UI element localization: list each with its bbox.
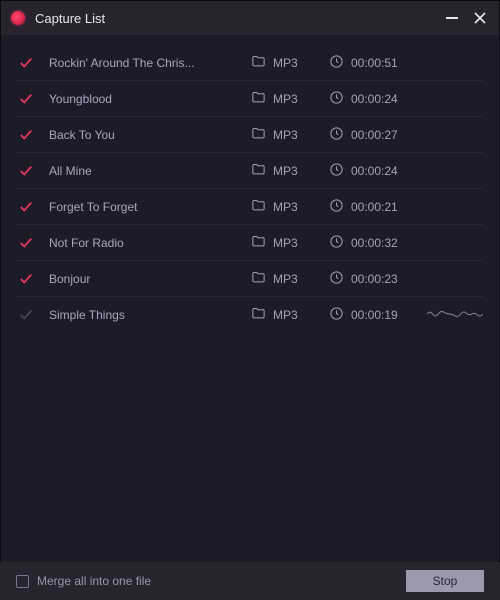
format-cell: MP3 <box>251 54 321 72</box>
stop-button-label: Stop <box>433 574 458 588</box>
duration-label: 00:00:23 <box>351 272 398 286</box>
format-cell: MP3 <box>251 162 321 180</box>
format-label: MP3 <box>273 200 298 214</box>
duration-label: 00:00:24 <box>351 164 398 178</box>
format-label: MP3 <box>273 272 298 286</box>
waveform-icon <box>427 307 483 324</box>
track-row[interactable]: Simple Things MP3 00:00:19 <box>17 297 483 333</box>
clock-icon <box>329 162 344 180</box>
track-name: All Mine <box>43 164 243 178</box>
format-label: MP3 <box>273 308 298 322</box>
clock-icon <box>329 54 344 72</box>
clock-icon <box>329 90 344 108</box>
track-row[interactable]: All Mine MP3 00:00:24 <box>17 153 483 189</box>
track-row[interactable]: Back To You MP3 00:00:27 <box>17 117 483 153</box>
format-label: MP3 <box>273 164 298 178</box>
checkmark-icon <box>17 128 35 142</box>
capture-list: Rockin' Around The Chris... MP3 00:00:51 Yo… <box>1 35 499 333</box>
clock-icon <box>329 270 344 288</box>
duration-label: 00:00:24 <box>351 92 398 106</box>
merge-label: Merge all into one file <box>37 574 151 588</box>
folder-icon <box>251 270 266 288</box>
track-name: Back To You <box>43 128 243 142</box>
titlebar: Capture List <box>1 1 499 35</box>
folder-icon <box>251 234 266 252</box>
track-name: Forget To Forget <box>43 200 243 214</box>
format-cell: MP3 <box>251 234 321 252</box>
duration-cell: 00:00:19 <box>329 306 419 324</box>
checkmark-icon <box>17 272 35 286</box>
format-label: MP3 <box>273 92 298 106</box>
track-name: Youngblood <box>43 92 243 106</box>
track-row[interactable]: Not For Radio MP3 00:00:32 <box>17 225 483 261</box>
format-label: MP3 <box>273 236 298 250</box>
track-name: Simple Things <box>43 308 243 322</box>
checkmark-dim-icon <box>17 308 35 322</box>
waveform-cell <box>427 307 483 324</box>
format-cell: MP3 <box>251 90 321 108</box>
format-cell: MP3 <box>251 270 321 288</box>
folder-icon <box>251 126 266 144</box>
footer-bar: Merge all into one file Stop <box>0 562 500 600</box>
duration-cell: 00:00:23 <box>329 270 419 288</box>
minimize-icon <box>446 17 458 19</box>
duration-cell: 00:00:24 <box>329 162 419 180</box>
track-name: Not For Radio <box>43 236 243 250</box>
window-title: Capture List <box>35 11 445 26</box>
duration-label: 00:00:51 <box>351 56 398 70</box>
format-label: MP3 <box>273 56 298 70</box>
folder-icon <box>251 198 266 216</box>
clock-icon <box>329 198 344 216</box>
checkmark-icon <box>17 56 35 70</box>
merge-checkbox[interactable]: Merge all into one file <box>16 574 151 588</box>
checkmark-icon <box>17 236 35 250</box>
window-controls <box>445 11 491 25</box>
track-row[interactable]: Bonjour MP3 00:00:23 <box>17 261 483 297</box>
clock-icon <box>329 126 344 144</box>
track-row[interactable]: Forget To Forget MP3 00:00:21 <box>17 189 483 225</box>
close-button[interactable] <box>473 11 487 25</box>
duration-cell: 00:00:21 <box>329 198 419 216</box>
checkmark-icon <box>17 164 35 178</box>
checkbox-icon <box>16 575 29 588</box>
folder-icon <box>251 162 266 180</box>
duration-label: 00:00:19 <box>351 308 398 322</box>
clock-icon <box>329 306 344 324</box>
checkmark-icon <box>17 200 35 214</box>
duration-label: 00:00:21 <box>351 200 398 214</box>
folder-icon <box>251 90 266 108</box>
duration-cell: 00:00:51 <box>329 54 419 72</box>
format-cell: MP3 <box>251 306 321 324</box>
close-icon <box>474 12 486 24</box>
track-name: Bonjour <box>43 272 243 286</box>
minimize-button[interactable] <box>445 11 459 25</box>
duration-cell: 00:00:24 <box>329 90 419 108</box>
folder-icon <box>251 54 266 72</box>
duration-cell: 00:00:32 <box>329 234 419 252</box>
duration-label: 00:00:32 <box>351 236 398 250</box>
record-icon <box>11 11 25 25</box>
format-label: MP3 <box>273 128 298 142</box>
format-cell: MP3 <box>251 198 321 216</box>
track-row[interactable]: Rockin' Around The Chris... MP3 00:00:51 <box>17 45 483 81</box>
track-name: Rockin' Around The Chris... <box>43 56 243 70</box>
stop-button[interactable]: Stop <box>406 570 484 592</box>
folder-icon <box>251 306 266 324</box>
format-cell: MP3 <box>251 126 321 144</box>
checkmark-icon <box>17 92 35 106</box>
duration-cell: 00:00:27 <box>329 126 419 144</box>
clock-icon <box>329 234 344 252</box>
track-row[interactable]: Youngblood MP3 00:00:24 <box>17 81 483 117</box>
duration-label: 00:00:27 <box>351 128 398 142</box>
